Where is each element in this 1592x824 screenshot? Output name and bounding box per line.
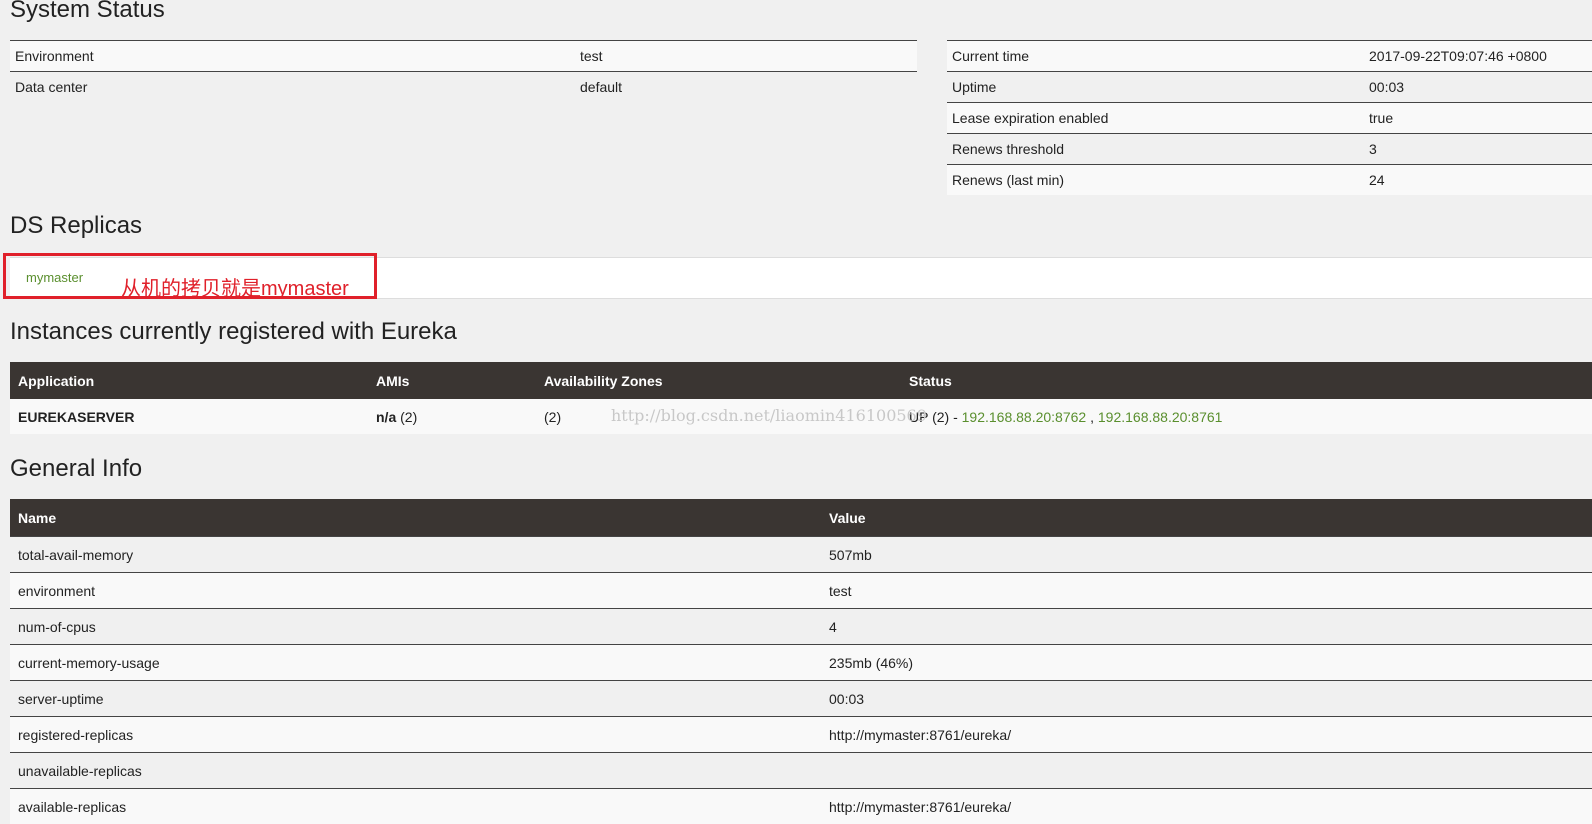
info-name: server-uptime xyxy=(10,681,821,717)
col-header-value: Value xyxy=(821,499,1592,537)
col-header-availability-zones: Availability Zones xyxy=(536,362,901,399)
general-info-table: Name Value total-avail-memory 507mb envi… xyxy=(10,499,1592,824)
status-name: Uptime xyxy=(947,72,1364,103)
info-value: 00:03 xyxy=(821,681,1592,717)
info-value: 4 xyxy=(821,609,1592,645)
info-name: environment xyxy=(10,573,821,609)
amis-value: n/a xyxy=(376,409,396,425)
info-value: 507mb xyxy=(821,537,1592,573)
info-name: total-avail-memory xyxy=(10,537,821,573)
instances-title: Instances currently registered with Eure… xyxy=(10,318,457,346)
status-value: 2017-09-22T09:07:46 +0800 xyxy=(1364,41,1592,72)
table-row: Environment test xyxy=(10,41,917,72)
table-row: current-memory-usage 235mb (46%) xyxy=(10,645,1592,681)
table-row: Data center default xyxy=(10,72,917,103)
status-value: test xyxy=(575,41,917,72)
status-value: 00:03 xyxy=(1364,72,1592,103)
system-status-right-table: Current time 2017-09-22T09:07:46 +0800 U… xyxy=(947,40,1592,195)
instance-amis: n/a (2) xyxy=(368,399,536,434)
instance-status: UP (2) - 192.168.88.20:8762 , 192.168.88… xyxy=(901,399,1592,434)
status-value: default xyxy=(575,72,917,103)
general-info-title: General Info xyxy=(10,455,142,483)
status-value: true xyxy=(1364,103,1592,134)
table-row: Lease expiration enabled true xyxy=(947,103,1592,134)
status-name: Environment xyxy=(10,41,575,72)
table-row: environment test xyxy=(10,573,1592,609)
info-value xyxy=(821,753,1592,789)
info-name: registered-replicas xyxy=(10,717,821,753)
table-header-row: Application AMIs Availability Zones Stat… xyxy=(10,362,1592,399)
info-name: current-memory-usage xyxy=(10,645,821,681)
table-row: total-avail-memory 507mb xyxy=(10,537,1592,573)
table-row: unavailable-replicas xyxy=(10,753,1592,789)
table-header-row: Name Value xyxy=(10,499,1592,537)
info-value: test xyxy=(821,573,1592,609)
table-row: Renews (last min) 24 xyxy=(947,165,1592,196)
status-name: Current time xyxy=(947,41,1364,72)
table-row: Current time 2017-09-22T09:07:46 +0800 xyxy=(947,41,1592,72)
info-value: http://mymaster:8761/eureka/ xyxy=(821,789,1592,824)
col-header-status: Status xyxy=(901,362,1592,399)
table-row: server-uptime 00:03 xyxy=(10,681,1592,717)
table-row: available-replicas http://mymaster:8761/… xyxy=(10,789,1592,824)
table-row: registered-replicas http://mymaster:8761… xyxy=(10,717,1592,753)
instance-zones: (2) xyxy=(536,399,901,434)
table-row: Renews threshold 3 xyxy=(947,134,1592,165)
status-value: 3 xyxy=(1364,134,1592,165)
status-name: Renews (last min) xyxy=(947,165,1364,196)
col-header-application: Application xyxy=(10,362,368,399)
table-row: num-of-cpus 4 xyxy=(10,609,1592,645)
table-row: EUREKASERVER n/a (2) (2) UP (2) - 192.16… xyxy=(10,399,1592,434)
instance-link-8762[interactable]: 192.168.88.20:8762 xyxy=(962,409,1087,425)
annotation-text: 从机的拷贝就是mymaster xyxy=(121,272,349,301)
status-value: 24 xyxy=(1364,165,1592,196)
link-separator: , xyxy=(1090,409,1094,425)
table-row: Uptime 00:03 xyxy=(947,72,1592,103)
status-name: Data center xyxy=(10,72,575,103)
col-header-amis: AMIs xyxy=(368,362,536,399)
info-value: http://mymaster:8761/eureka/ xyxy=(821,717,1592,753)
system-status-title: System Status xyxy=(10,0,165,24)
status-prefix: UP (2) - xyxy=(909,409,958,425)
instance-application: EUREKASERVER xyxy=(10,399,368,434)
info-name: available-replicas xyxy=(10,789,821,824)
info-name: num-of-cpus xyxy=(10,609,821,645)
info-value: 235mb (46%) xyxy=(821,645,1592,681)
status-name: Renews threshold xyxy=(947,134,1364,165)
col-header-name: Name xyxy=(10,499,821,537)
ds-replicas-title: DS Replicas xyxy=(10,212,142,240)
instance-link-8761[interactable]: 192.168.88.20:8761 xyxy=(1098,409,1223,425)
system-status-left-table: Environment test Data center default xyxy=(10,40,917,102)
status-name: Lease expiration enabled xyxy=(947,103,1364,134)
amis-count: (2) xyxy=(400,409,417,425)
instances-table: Application AMIs Availability Zones Stat… xyxy=(10,362,1592,434)
info-name: unavailable-replicas xyxy=(10,753,821,789)
